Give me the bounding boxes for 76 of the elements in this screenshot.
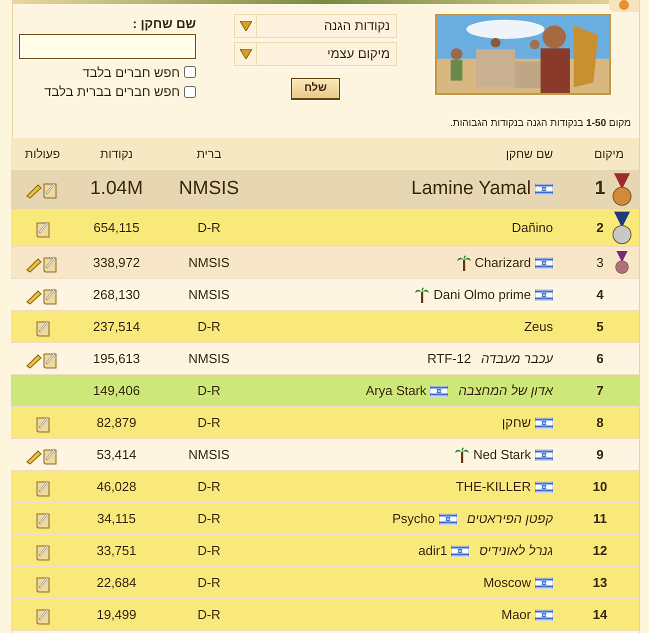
points-value: 22,684 (96, 575, 136, 590)
name-input[interactable] (19, 34, 196, 58)
rank-number: 13 (592, 574, 608, 592)
rank-number: 1 (594, 177, 606, 202)
dropdown-arrow-icon (240, 21, 252, 31)
player-name[interactable]: Ned Stark (473, 445, 531, 465)
points-value: 654,115 (93, 220, 140, 236)
player-name[interactable]: שחקן (502, 413, 531, 433)
player-name[interactable]: Psycho (392, 509, 435, 529)
points-value: 82,879 (96, 415, 136, 430)
dropdown[interactable]: מיקום עצמי (234, 42, 397, 66)
checkbox-label: חפש חברים בלבד (82, 64, 180, 82)
rank-number: 9 (595, 446, 605, 464)
alliance-name[interactable]: NMSIS (188, 447, 230, 462)
points-value: 195,613 (93, 351, 140, 366)
column-header: שם שחקן (259, 138, 579, 170)
points-value: 34,115 (97, 511, 136, 526)
player-title: קפטן הפיראטים (466, 510, 553, 528)
column-header: פעולות (11, 138, 74, 170)
rank-number: 4 (595, 286, 605, 304)
rank-number: 11 (592, 510, 608, 528)
rank-number: 8 (595, 414, 605, 432)
alliance-name[interactable]: D-R (197, 479, 221, 494)
player-title: עכבר מעבדה (481, 350, 553, 368)
alliance-name[interactable]: D-R (197, 543, 221, 558)
column-header: מיקום (579, 138, 639, 170)
alliance-name[interactable]: D-R (197, 415, 221, 430)
alliance-name[interactable]: D-R (197, 220, 221, 236)
send-button[interactable]: שלח (291, 78, 340, 100)
alliance-name[interactable]: NMSIS (188, 287, 230, 302)
name-label: שם שחקן : (132, 15, 196, 33)
rank-number: 14 (592, 606, 608, 624)
checkbox-label: חפש חברים בברית בלבד (44, 83, 180, 101)
player-name[interactable]: Moscow (483, 573, 531, 593)
player-title: אדון של המחצבה (458, 382, 553, 400)
alliance-name[interactable]: NMSIS (188, 351, 230, 366)
points-value: 1.04M (90, 178, 143, 200)
player-name[interactable]: Arya Stark (366, 381, 426, 401)
player-name[interactable]: Charizard (474, 253, 531, 273)
player-name[interactable]: RTF-12 (427, 349, 472, 369)
rank-number: 6 (595, 350, 605, 368)
column-header: נקודות (74, 138, 159, 170)
alliance-name[interactable]: D-R (197, 575, 221, 590)
player-name[interactable]: adir1 (418, 541, 448, 561)
alliance-name[interactable]: D-R (197, 383, 221, 398)
column-header: ברית (159, 138, 259, 170)
alliance-name[interactable]: D-R (197, 511, 221, 526)
points-value: 149,406 (93, 383, 140, 398)
alliance-name[interactable]: D-R (197, 319, 221, 334)
points-value: 268,130 (93, 287, 140, 302)
player-name[interactable]: THE-KILLER (456, 477, 531, 497)
rank-number: 12 (592, 542, 608, 560)
rank-number: 2 (595, 219, 605, 238)
points-value: 237,514 (93, 319, 140, 334)
rank-number: 5 (595, 318, 605, 336)
points-value: 19,499 (96, 607, 136, 622)
points-value: 53,414 (96, 447, 136, 462)
alliance-name[interactable]: NMSIS (178, 178, 240, 200)
points-value: 33,751 (96, 543, 136, 558)
points-value: 338,972 (93, 255, 140, 270)
checkbox[interactable] (184, 66, 196, 78)
rank-number: 7 (595, 382, 605, 400)
rank-number: 3 (595, 254, 605, 272)
player-name[interactable]: Zeus (524, 317, 553, 337)
player-name[interactable]: Maor (501, 605, 531, 625)
player-name[interactable]: Lamine Yamal (411, 175, 531, 204)
rank-number: 10 (592, 478, 608, 496)
alliance-name[interactable]: D-R (197, 607, 221, 622)
player-name[interactable]: Dañino (512, 218, 553, 238)
points-value: 46,028 (96, 479, 136, 494)
alliance-name[interactable]: NMSIS (188, 255, 230, 270)
dropdown[interactable]: נקודות הגנה (234, 14, 397, 38)
checkbox[interactable] (184, 86, 196, 98)
player-title: גנרל לאונידיס (479, 542, 553, 560)
player-name[interactable]: Dani Olmo prime (433, 285, 531, 305)
dropdown-arrow-icon (240, 49, 252, 59)
